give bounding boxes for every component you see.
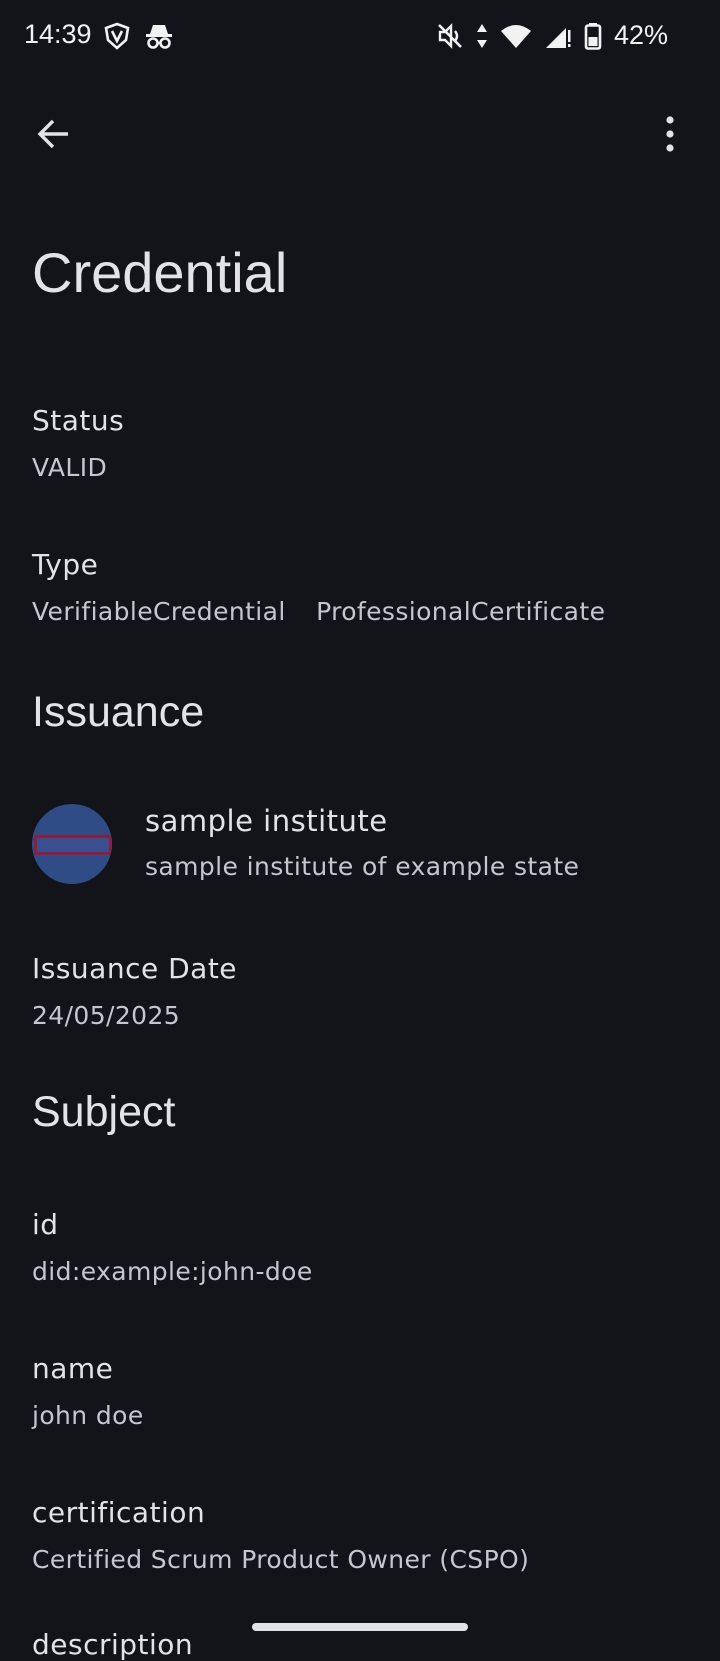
- subject-field-label: certification: [32, 1496, 206, 1529]
- battery-percent: 42%: [613, 20, 668, 50]
- cell-signal-icon: [545, 27, 571, 48]
- more-vert-icon: [666, 116, 674, 152]
- page-title: Credential: [32, 241, 288, 304]
- issuer-row: sample institute sample institute of exa…: [32, 804, 692, 888]
- type-value: ProfessionalCertificate: [316, 597, 606, 626]
- subject-field-value: Certified Scrum Product Owner (CSPO): [32, 1545, 530, 1574]
- issuance-date-label: Issuance Date: [32, 952, 238, 985]
- type-label: Type: [32, 548, 99, 581]
- wifi-icon: [500, 24, 531, 48]
- issuance-date-value: 24/05/2025: [32, 1001, 181, 1030]
- type-value: VerifiableCredential: [32, 597, 286, 626]
- subject-field-value: john doe: [32, 1401, 144, 1430]
- type-values: VerifiableCredential ProfessionalCertifi…: [32, 597, 627, 626]
- subject-field-value: did:example:john-doe: [32, 1257, 313, 1286]
- app-bar: [0, 92, 720, 172]
- issuer-avatar: [32, 804, 112, 884]
- subject-field-label: name: [32, 1352, 114, 1385]
- more-options-button[interactable]: [642, 106, 698, 162]
- issuance-section-title: Issuance: [32, 688, 205, 736]
- mute-icon: [438, 22, 462, 49]
- status-bar: 14:39 42%: [0, 0, 720, 72]
- subject-field-label: description: [32, 1628, 194, 1661]
- status-right-icons: 42%: [436, 20, 668, 51]
- status-label: Status: [32, 404, 125, 437]
- subject-section-title: Subject: [32, 1088, 176, 1136]
- issuer-logo-image: [34, 835, 112, 855]
- issuer-description: sample institute of example state: [145, 852, 580, 881]
- status-value: VALID: [32, 453, 108, 482]
- home-indicator[interactable]: [252, 1623, 468, 1631]
- subject-field-label: id: [32, 1208, 59, 1241]
- status-left-icons: [104, 22, 174, 50]
- incognito-icon: [146, 25, 172, 49]
- status-time: 14:39: [24, 19, 92, 49]
- arrow-left-icon: [37, 119, 68, 149]
- data-arrows-icon: [476, 23, 487, 48]
- issuer-name: sample institute: [145, 804, 388, 838]
- vpn-shield-icon: [104, 22, 130, 50]
- battery-icon: [584, 22, 602, 50]
- back-button[interactable]: [26, 106, 82, 162]
